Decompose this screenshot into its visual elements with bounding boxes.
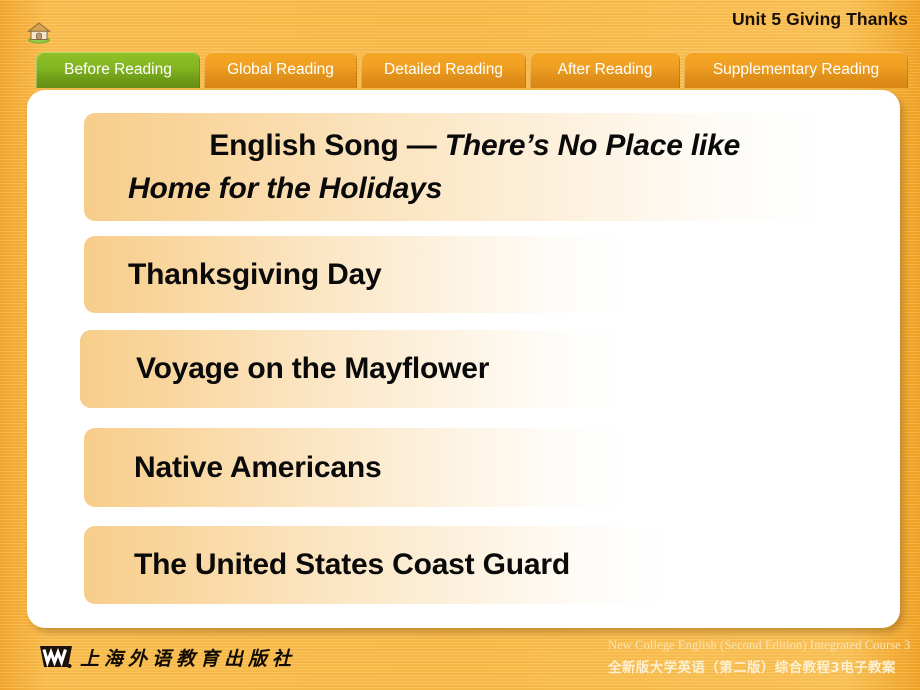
course-title-en: New College English (Second Edition) Int… [608, 638, 911, 652]
list-item[interactable]: Voyage on the Mayflower [80, 330, 625, 408]
list-item-label: Native Americans [134, 450, 382, 484]
list-item-label: Thanksgiving Day [128, 257, 382, 291]
list-item[interactable]: Native Americans [84, 428, 629, 507]
course-info: New College English (Second Edition) Int… [608, 638, 911, 676]
course-title-cn: 全新版大学英语（第二版）综合教程3电子教案 [608, 660, 896, 676]
sflep-logo-icon [38, 642, 74, 672]
slide-header: Unit 5 Giving Thanks [0, 0, 920, 52]
publisher-logo: 上海外语教育出版社 [38, 642, 296, 672]
list-item-label: The United States Coast Guard [134, 548, 570, 582]
slide-root: Unit 5 Giving Thanks Before Reading Glob… [0, 0, 920, 690]
content-list: English Song — There’s No Place like Hom… [27, 90, 900, 628]
page-title: Unit 5 Giving Thanks [731, 9, 908, 29]
home-icon[interactable] [26, 20, 52, 44]
list-item[interactable]: Thanksgiving Day [84, 236, 629, 313]
list-item[interactable]: English Song — There’s No Place like Hom… [84, 113, 830, 221]
list-item-prefix: English Song — [209, 128, 445, 162]
list-item-label: Voyage on the Mayflower [136, 352, 490, 386]
publisher-name: 上海外语教育出版社 [80, 647, 297, 670]
list-item[interactable]: The United States Coast Guard [84, 526, 669, 604]
list-item-label: English Song — There’s No Place like Hom… [84, 81, 830, 254]
slide-footer: 上海外语教育出版社 New College English (Second Ed… [0, 628, 920, 690]
content-panel: English Song — There’s No Place like Hom… [27, 90, 900, 628]
